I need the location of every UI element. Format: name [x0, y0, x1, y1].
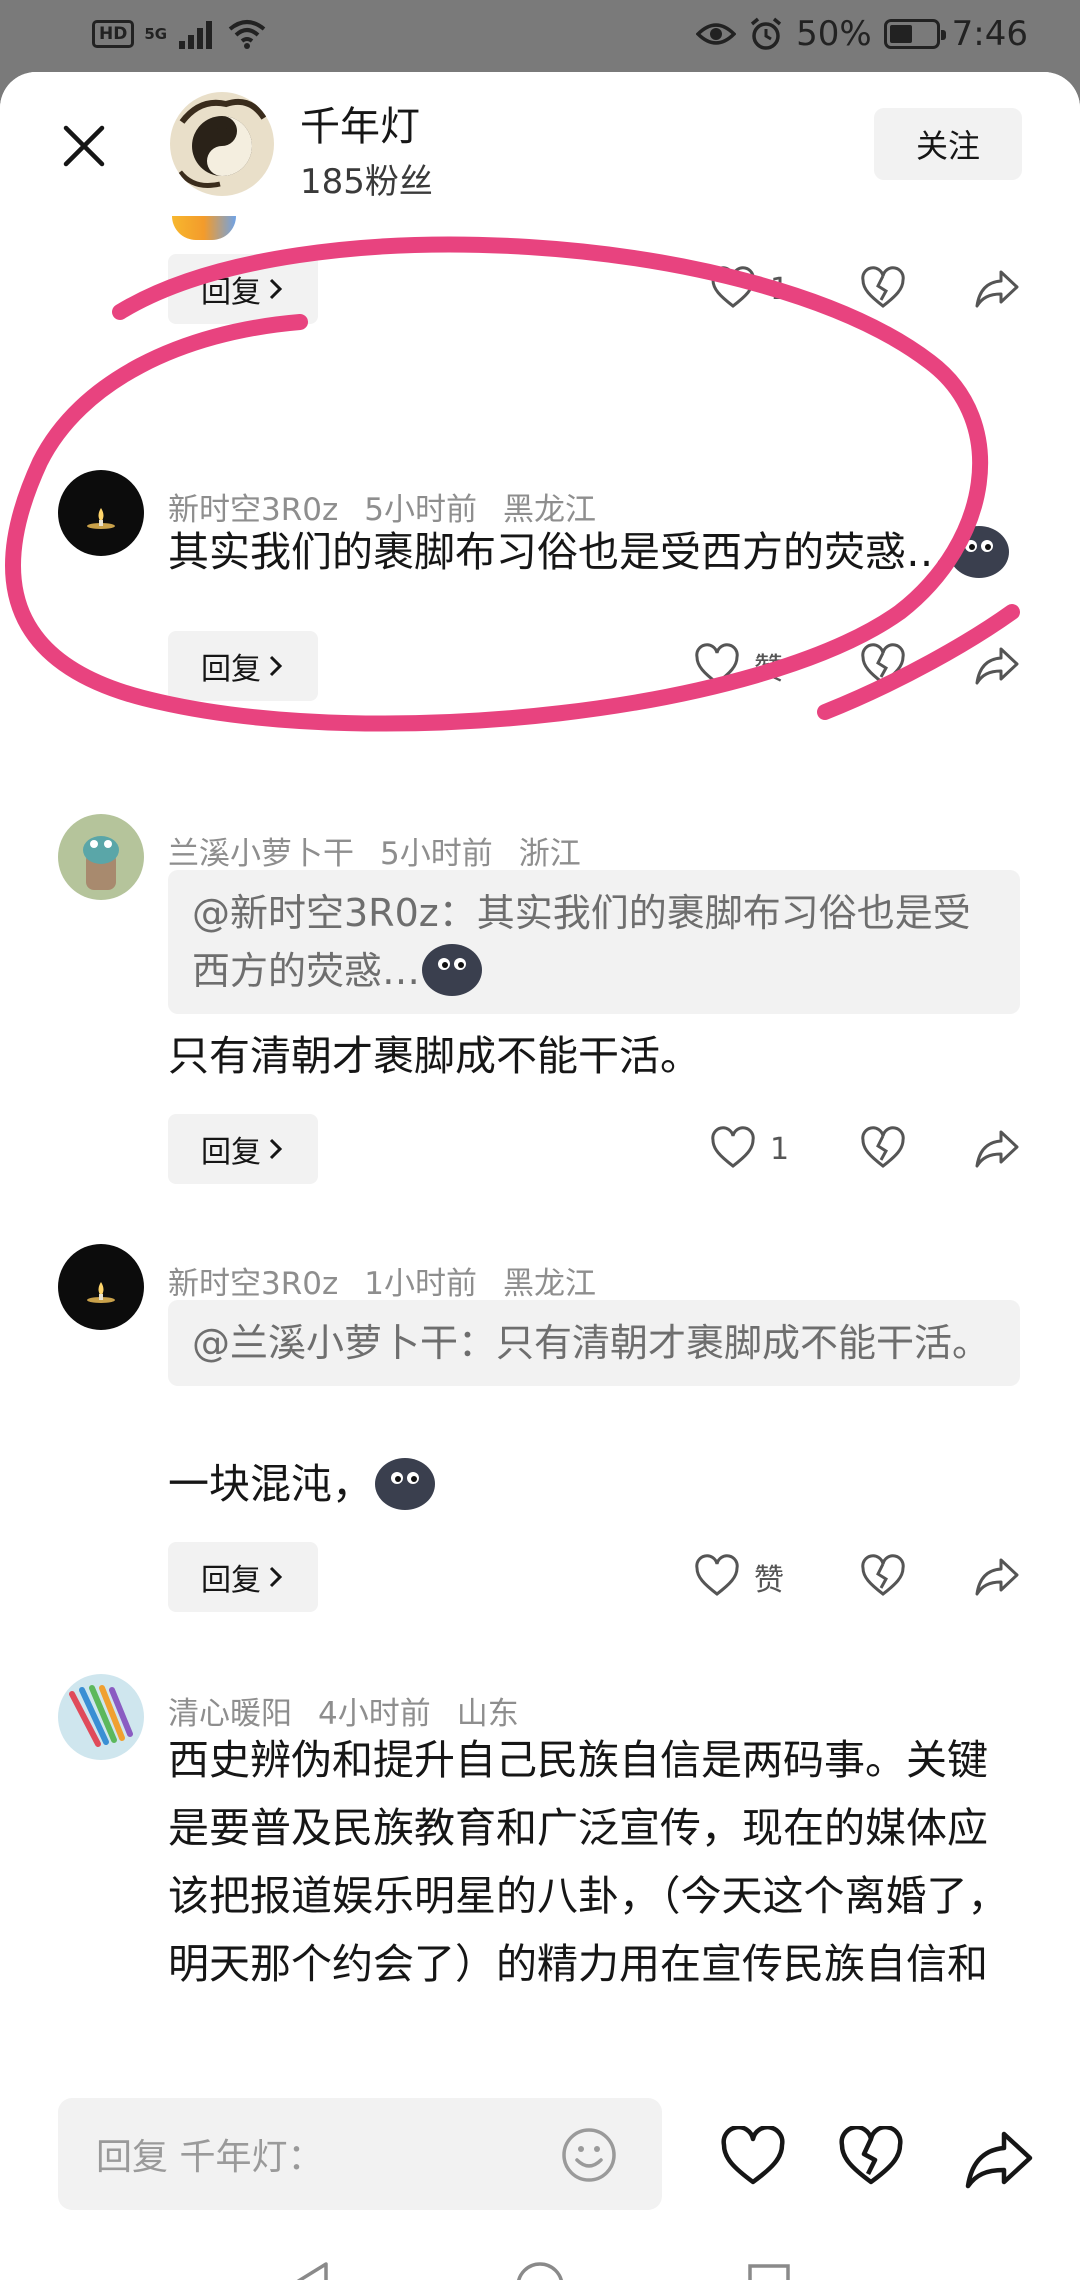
comment-username[interactable]: 兰溪小萝卜干	[168, 836, 354, 872]
network-label: 5G	[144, 24, 168, 43]
home-circle-icon[interactable]	[514, 2260, 566, 2280]
broken-heart-icon	[861, 1126, 905, 1168]
commenter-avatar[interactable]	[58, 814, 144, 900]
dislike-button[interactable]	[860, 1126, 906, 1172]
reply-button[interactable]: 回复	[168, 631, 318, 701]
status-left: HD 5G	[92, 18, 267, 50]
like-count: 赞	[754, 652, 784, 687]
back-triangle-icon[interactable]	[286, 2260, 332, 2280]
emoji-icon[interactable]	[560, 2126, 618, 2184]
comment-text: 其实我们的裹脚布习俗也是受西方的荧惑…	[168, 518, 1028, 586]
system-nav-bar	[0, 2218, 1080, 2280]
status-right: 50% 7:46	[696, 14, 1028, 54]
chevron-right-icon	[269, 278, 283, 300]
heart-icon	[711, 1126, 755, 1168]
comment-text-content: 其实我们的裹脚布习俗也是受西方的荧惑…	[168, 528, 947, 576]
wifi-icon	[228, 20, 266, 49]
share-icon	[975, 1130, 1019, 1168]
share-icon	[975, 270, 1019, 308]
share-icon[interactable]	[964, 2128, 1034, 2190]
eye-icon	[696, 23, 737, 45]
comment-text: 一块混沌，	[168, 1450, 1028, 1518]
comment-username[interactable]: 新时空3R0z	[168, 1266, 338, 1302]
signal-icon	[179, 21, 213, 49]
author-name[interactable]: 千年灯	[300, 94, 420, 152]
share-button[interactable]	[974, 1554, 1020, 1600]
reply-label: 回复	[201, 652, 261, 687]
commenter-avatar[interactable]	[58, 470, 144, 556]
comment-location: 浙江	[518, 836, 581, 872]
chevron-right-icon	[269, 1566, 283, 1588]
share-button[interactable]	[974, 1126, 1020, 1172]
comment-text-content: 一块混沌，	[168, 1460, 373, 1508]
comment-time: 1小时前	[364, 1266, 477, 1302]
dislike-button[interactable]	[860, 1554, 906, 1600]
follow-button[interactable]: 关注	[874, 108, 1022, 180]
battery-fill	[889, 25, 912, 43]
commenter-avatar[interactable]	[58, 1674, 144, 1760]
chevron-right-icon	[269, 1138, 283, 1160]
share-button[interactable]	[974, 266, 1020, 312]
heart-icon[interactable]	[720, 2126, 786, 2188]
comment-location: 黑龙江	[503, 1266, 596, 1302]
comment-list[interactable]: 回复 1 新时空3R0z 5小时前 黑龙江 其实我们的裹脚布习俗也是受西方的荧惑… …	[0, 212, 1080, 2082]
share-icon	[975, 647, 1019, 685]
close-icon[interactable]	[58, 120, 110, 172]
reply-label: 回复	[201, 275, 261, 310]
alarm-icon	[750, 17, 782, 50]
network-indicator: 5G	[144, 24, 168, 43]
share-button[interactable]	[974, 643, 1020, 689]
emoji-face-icon	[375, 1458, 435, 1510]
author-avatar[interactable]	[170, 92, 274, 196]
chevron-right-icon	[269, 655, 283, 677]
like-count: 1	[770, 1131, 790, 1167]
commenter-avatar[interactable]	[58, 1244, 144, 1330]
share-icon	[975, 1558, 1019, 1596]
like-button[interactable]: 赞	[694, 643, 784, 689]
partial-emoji	[172, 216, 236, 240]
heart-icon	[695, 643, 739, 685]
reply-button[interactable]: 回复	[168, 254, 318, 324]
broken-heart-icon	[861, 1554, 905, 1596]
dislike-button[interactable]	[860, 643, 906, 689]
like-count: 1	[770, 271, 790, 307]
broken-heart-icon	[861, 266, 905, 308]
dislike-button[interactable]	[860, 266, 906, 312]
reply-button[interactable]: 回复	[168, 1542, 318, 1612]
status-bar: HD 5G 50% 7:46	[0, 0, 1080, 72]
recents-square-icon[interactable]	[746, 2262, 792, 2280]
comment-time: 5小时前	[380, 836, 493, 872]
clock: 7:46	[951, 14, 1028, 54]
like-button[interactable]: 1	[710, 266, 789, 312]
reply-button[interactable]: 回复	[168, 1114, 318, 1184]
reply-label: 回复	[201, 1135, 261, 1170]
comment-meta: 兰溪小萝卜干 5小时前 浙江	[168, 828, 607, 873]
like-button[interactable]: 1	[710, 1126, 789, 1172]
broken-heart-icon[interactable]	[838, 2126, 904, 2188]
heart-icon	[711, 266, 755, 308]
quoted-comment[interactable]: @新时空3R0z：其实我们的裹脚布习俗也是受西方的荧惑…	[168, 870, 1020, 1014]
sheet-header: 千年灯 185粉丝 关注	[0, 72, 1080, 212]
battery-icon	[883, 19, 946, 49]
emoji-face-icon	[422, 944, 483, 996]
battery-percent: 50%	[796, 14, 872, 54]
like-count: 赞	[754, 1563, 784, 1598]
comment-text: 只有清朝才裹脚成不能干活。	[168, 1032, 701, 1080]
reply-label: 回复	[201, 1563, 261, 1598]
comment-sheet: 千年灯 185粉丝 关注 回复 1 新时空3R0z 5小时前黑龙江 其实我们的裹脚…	[0, 72, 1080, 2280]
author-fans-count: 185粉丝	[300, 162, 433, 202]
emoji-face-icon	[949, 526, 1009, 578]
heart-icon	[695, 1554, 739, 1596]
quoted-comment[interactable]: @兰溪小萝卜干：只有清朝才裹脚成不能干活。	[168, 1300, 1020, 1386]
hd-badge: HD	[92, 20, 135, 48]
like-button[interactable]: 赞	[694, 1554, 784, 1600]
comment-meta: 新时空3R0z 1小时前 黑龙江	[168, 1258, 622, 1303]
quoted-text: @新时空3R0z：其实我们的裹脚布习俗也是受西方的荧惑…	[192, 891, 971, 993]
broken-heart-icon	[861, 643, 905, 685]
